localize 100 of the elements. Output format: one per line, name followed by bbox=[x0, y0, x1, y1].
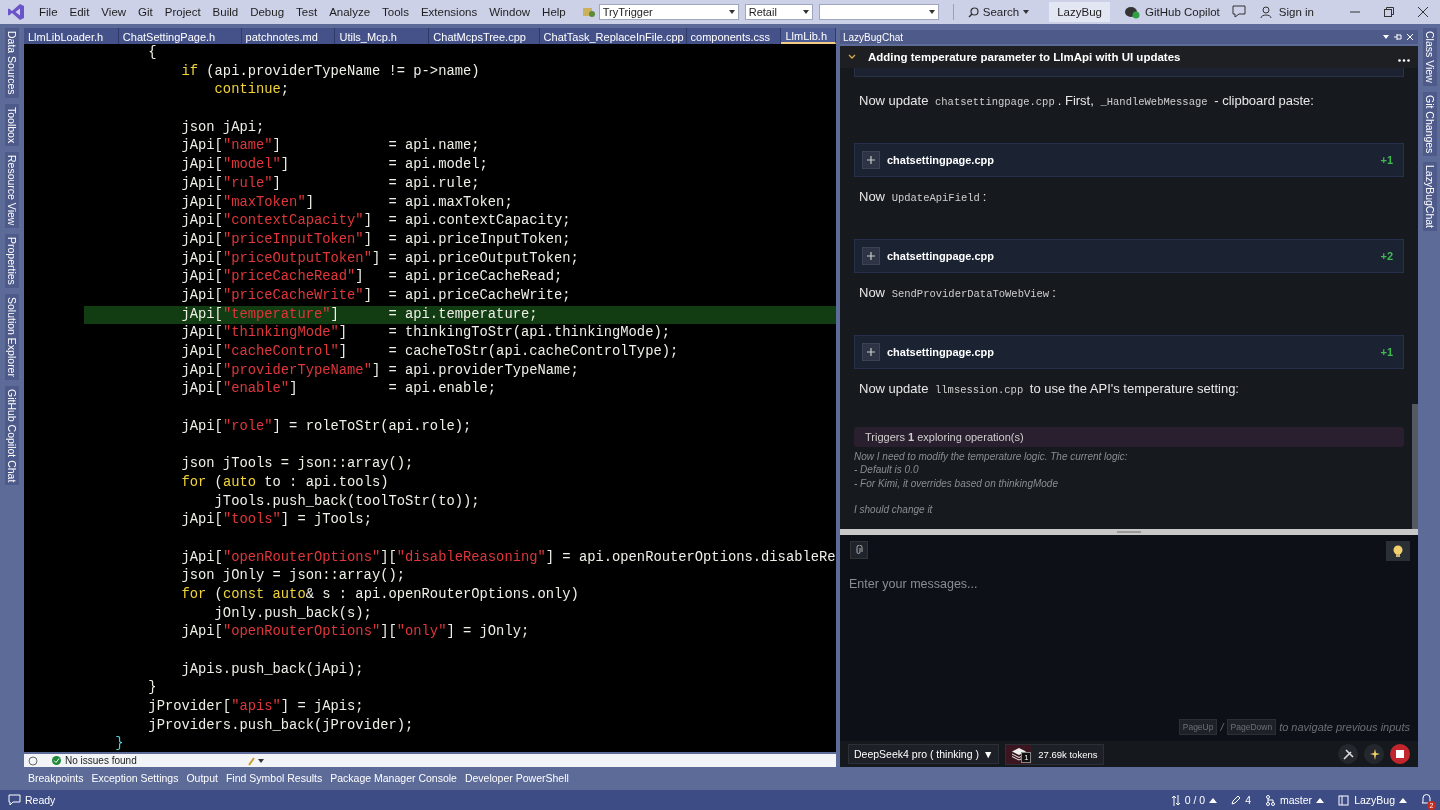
editor-tab[interactable]: LlmLib.h bbox=[781, 28, 836, 44]
code-line: jApi["priceInputToken"] = api.priceInputToken; bbox=[180, 230, 572, 249]
caret-icon bbox=[1316, 797, 1325, 803]
status-text: Ready bbox=[8, 794, 56, 806]
editor-tab[interactable]: Utils_Mcp.h bbox=[335, 28, 430, 44]
scrollbar-thumb[interactable] bbox=[1412, 404, 1418, 529]
code-line: } bbox=[147, 679, 158, 698]
code-line: continue; bbox=[213, 81, 291, 100]
sign-in-button[interactable]: Sign in bbox=[1255, 3, 1318, 21]
menu-item[interactable]: Test bbox=[290, 4, 324, 20]
search-icon bbox=[967, 6, 979, 18]
code-line: jOnly.push_back(s); bbox=[213, 604, 373, 623]
tool-window-tab[interactable]: Find Symbol Results bbox=[221, 769, 327, 786]
menu-item[interactable]: Project bbox=[158, 4, 207, 20]
tool-window-tab[interactable]: Properties bbox=[5, 234, 19, 289]
code-line: jProviders.push_back(jProvider); bbox=[147, 716, 415, 735]
tool-window-tab[interactable]: Exception Settings bbox=[87, 769, 183, 786]
keyboard-key: PageDown bbox=[1226, 719, 1277, 735]
toolbar-icon[interactable] bbox=[581, 5, 596, 19]
code-line: jApi["thinkingMode"] = thinkingToStr(api.thinkingMode); bbox=[180, 324, 671, 343]
cleanup-icon[interactable] bbox=[246, 755, 265, 766]
editor-tab[interactable]: ChatSettingPage.h bbox=[118, 28, 242, 44]
message-icon bbox=[8, 794, 21, 806]
tool-window-tab[interactable]: Breakpoints bbox=[24, 769, 88, 786]
model-dropdown[interactable]: DeepSeek4 pro ( thinking ) ▼ bbox=[848, 744, 1000, 764]
code-line: jApi["priceCacheRead"] = api.priceCacheRead; bbox=[180, 268, 564, 287]
sparkle-button[interactable] bbox=[1364, 744, 1384, 764]
dropdown-icon[interactable] bbox=[1382, 33, 1390, 41]
bell-icon bbox=[1421, 793, 1432, 805]
toolbar-dropdown[interactable]: TryTrigger bbox=[598, 4, 739, 20]
collapse-icon[interactable] bbox=[848, 54, 856, 60]
code-line: jApi["cacheControl"] = cacheToStr(api.cacheControlType); bbox=[180, 343, 680, 361]
pencil-icon bbox=[1231, 795, 1242, 805]
tool-window-tab[interactable]: Package Manager Console bbox=[326, 769, 461, 786]
branch-selector[interactable]: master bbox=[1265, 794, 1325, 806]
menu-item[interactable]: Window bbox=[483, 4, 537, 20]
editor-tab[interactable]: LlmLibLoader.h bbox=[24, 28, 119, 44]
menu-item[interactable]: Edit bbox=[63, 4, 96, 20]
tool-window-tab[interactable]: Resource View bbox=[5, 151, 19, 229]
arrows-icon bbox=[1170, 794, 1181, 806]
tool-window-tab[interactable]: GitHub Copilot Chat bbox=[5, 386, 19, 486]
search-button[interactable]: Search bbox=[963, 4, 1034, 20]
attach-button[interactable] bbox=[850, 541, 868, 559]
thinking-text: - For Kimi, it overrides based on thinkingMode bbox=[854, 476, 1059, 490]
code-line: jApi["role"] = roleToStr(api.role); bbox=[180, 417, 473, 436]
menu-item[interactable]: Git bbox=[132, 4, 159, 20]
menu-item[interactable]: Help bbox=[536, 4, 572, 20]
chat-title: Adding temperature parameter to LlmApi with UI updates bbox=[868, 51, 1181, 63]
caret-icon bbox=[928, 10, 935, 14]
stop-button[interactable] bbox=[1390, 744, 1410, 764]
tool-window-tab[interactable]: LazyBugChat bbox=[1423, 162, 1437, 232]
layers-icon bbox=[1011, 747, 1028, 761]
solution-name[interactable]: LazyBug bbox=[1049, 2, 1110, 22]
expand-button[interactable] bbox=[862, 247, 880, 265]
expand-button[interactable] bbox=[862, 343, 880, 361]
editor-tab[interactable]: patchnotes.md bbox=[241, 28, 336, 44]
toolbar-dropdown[interactable]: Retail bbox=[744, 4, 813, 20]
tool-window-tab[interactable]: Data Sources bbox=[5, 28, 19, 98]
code-line: jProvider["apis"] = jApis; bbox=[147, 698, 365, 717]
tool-window-tab[interactable]: Toolbox bbox=[5, 103, 19, 146]
code-line: jApis.push_back(jApi); bbox=[180, 660, 365, 679]
menu-item[interactable]: File bbox=[33, 4, 64, 20]
code-line: jApi["openRouterOptions"]["disableReasoning"] = api.openRouterOptions.disableRe bbox=[180, 548, 836, 567]
code-line: jApi["providerTypeName"] = api.providerTypeName; bbox=[180, 361, 580, 380]
tools-button[interactable] bbox=[1338, 744, 1358, 764]
tool-window-tab[interactable]: Output bbox=[182, 769, 222, 786]
file-name: chatsettingpage.cpp bbox=[887, 346, 994, 358]
idea-button[interactable] bbox=[1386, 541, 1410, 561]
trigger-summary[interactable]: Triggers 1 exploring operation(s) bbox=[854, 427, 1404, 447]
pending-edits[interactable]: 4 bbox=[1231, 794, 1252, 806]
code-line: jApi["priceCacheWrite"] = api.priceCacheWrite; bbox=[180, 286, 572, 305]
restore-icon bbox=[1384, 7, 1394, 17]
message-text: Now update chatsettingpage.cpp . First, _HandleWebMessage - clipboard paste: bbox=[859, 92, 1315, 110]
expand-button[interactable] bbox=[862, 151, 880, 169]
pin-icon[interactable] bbox=[1394, 33, 1402, 41]
menu-item[interactable]: View bbox=[95, 4, 133, 20]
copilot-icon bbox=[1124, 5, 1141, 19]
sync-status[interactable]: 0 / 0 bbox=[1170, 794, 1218, 806]
copilot-button[interactable]: GitHub Copilot bbox=[1120, 3, 1224, 21]
tool-window-tab[interactable]: Git Changes bbox=[1423, 91, 1437, 157]
issues-indicator[interactable]: No issues found bbox=[52, 755, 137, 766]
feedback-icon[interactable] bbox=[1231, 5, 1246, 19]
menu-item[interactable]: Analyze bbox=[323, 4, 377, 20]
menu-item[interactable]: Tools bbox=[376, 4, 415, 20]
tool-window-tab[interactable]: Class View bbox=[1423, 28, 1437, 86]
menu-item[interactable]: Debug bbox=[244, 4, 291, 20]
menu-item[interactable]: Build bbox=[206, 4, 245, 20]
repository-selector[interactable]: LazyBug bbox=[1338, 794, 1407, 806]
editor-tab[interactable]: ChatTask_ReplaceInFile.cpp bbox=[539, 28, 687, 44]
menu-item[interactable]: Extensions bbox=[414, 4, 484, 20]
close-icon[interactable] bbox=[1406, 33, 1414, 41]
editor-tab[interactable]: ChatMcpsTree.cpp bbox=[429, 28, 540, 44]
editor-tab[interactable]: components.css bbox=[686, 28, 782, 44]
code-line: jApi["enable"] = api.enable; bbox=[180, 380, 498, 399]
code-line: jApi["priceOutputToken"] = api.priceOutputToken; bbox=[180, 249, 580, 268]
caret-icon bbox=[728, 10, 735, 14]
tool-window-tab[interactable]: Solution Explorer bbox=[5, 294, 19, 381]
panel-title: LazyBugChat bbox=[843, 31, 904, 43]
paperclip-icon bbox=[855, 545, 863, 555]
tool-window-tab[interactable]: Developer PowerShell bbox=[460, 769, 573, 786]
